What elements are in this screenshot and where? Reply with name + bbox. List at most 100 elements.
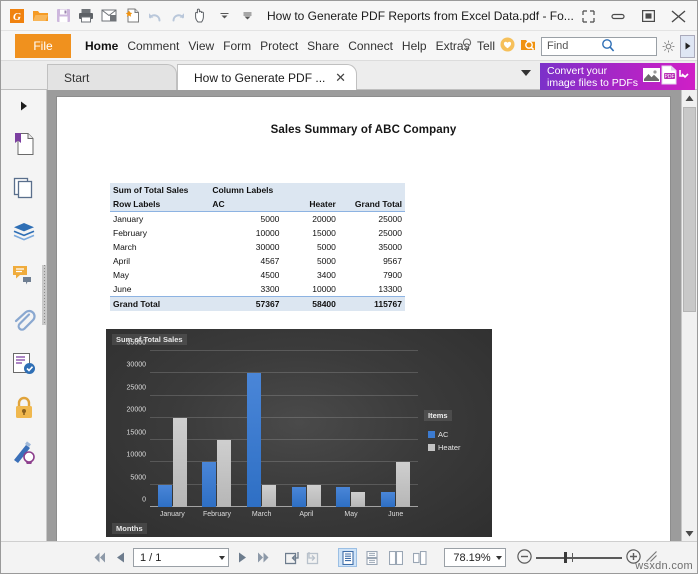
tab-file[interactable]: File [15,33,71,58]
bookmarks-icon[interactable] [1,122,46,166]
tab-protect[interactable]: Protect [260,39,298,53]
grand-total-label: Grand Total [110,296,210,311]
stamps-icon[interactable] [1,342,46,386]
chart-y-tick-label: 25000 [126,384,146,392]
chart-bar-ac [157,484,172,507]
pivot-table: Sum of Total Sales Column Labels Row Lab… [110,183,405,311]
undo-icon[interactable] [145,6,165,26]
layers-icon[interactable] [1,210,46,254]
attachments-icon[interactable] [1,298,46,342]
maximize-button[interactable] [633,3,663,29]
continuous-scroll-view-button[interactable] [362,548,381,567]
qat-dropdown-icon[interactable] [214,6,234,26]
tab-help[interactable]: Help [402,39,427,53]
zoom-dropdown-icon[interactable] [496,555,502,560]
chart-bar-heater [262,484,277,507]
promo-banner[interactable]: Convert your image files to PDFs PDF [540,63,695,91]
save-icon[interactable] [53,6,73,26]
navigation-panel-rail [1,90,47,541]
quick-access-toolbar: G [1,6,257,26]
tab-document[interactable]: How to Generate PDF ... ✕ [177,64,357,90]
single-page-view-button[interactable] [338,548,357,567]
tab-list-dropdown-icon[interactable] [521,70,531,76]
pivot-row-labels-header: Row Labels [110,197,210,212]
tell-me-button[interactable]: Tell [461,37,495,55]
row-label: May [113,270,130,280]
tab-view[interactable]: View [188,39,214,53]
chart-y-tick-label: 0 [142,496,146,504]
cell-ac: 5000 [260,214,280,224]
search-icon[interactable] [601,38,655,55]
next-page-button[interactable] [234,549,250,567]
grand-total-heater: 58400 [282,296,339,311]
ribbon-overflow-button[interactable] [680,34,695,58]
hand-tool-icon[interactable] [191,6,211,26]
tab-start[interactable]: Start [47,64,177,90]
window-controls [573,1,693,31]
favorites-heart-icon[interactable] [500,37,515,55]
page-view-modes [338,548,429,567]
find-settings-icon[interactable] [662,40,675,53]
previous-page-button[interactable] [112,549,128,567]
first-page-button[interactable] [91,549,107,567]
fullscreen-button[interactable] [573,3,603,29]
find-input[interactable]: Find [541,36,657,56]
chart-x-tick-label: February [202,511,231,518]
cell-ac: 3300 [260,284,280,294]
chart-x-tick-label: January [159,511,185,518]
two-page-view-button[interactable] [386,548,405,567]
row-label: June [113,284,132,294]
find-placeholder: Find [547,40,569,52]
close-button[interactable] [663,3,693,29]
minimize-button[interactable] [603,3,633,29]
zoom-out-button[interactable] [517,548,532,567]
chart-bar-heater [306,484,321,507]
tab-comment[interactable]: Comment [127,39,179,53]
tab-share[interactable]: Share [307,39,339,53]
tab-form[interactable]: Form [223,39,251,53]
table-row: February 10000 15000 25000 [110,226,405,240]
scroll-up-arrow-icon[interactable] [682,90,697,106]
table-row: June 3300 10000 13300 [110,282,405,297]
last-page-button[interactable] [255,549,271,567]
scrollbar-thumb[interactable] [683,107,696,312]
qat-more-icon[interactable] [237,6,257,26]
grand-total-ac: 57367 [209,296,283,311]
chart-bar-ac [202,462,217,507]
search-document-icon[interactable] [520,37,536,55]
cell-ac: 4500 [260,270,280,280]
chart-y-tick-label: 30000 [126,361,146,369]
next-view-button[interactable] [306,549,322,567]
previous-view-button[interactable] [285,549,301,567]
scroll-down-arrow-icon[interactable] [682,525,697,541]
legend-label-ac: AC [438,430,449,439]
close-tab-icon[interactable]: ✕ [335,71,346,84]
cell-ac: 10000 [255,228,280,238]
new-from-file-icon[interactable] [122,6,142,26]
digital-signature-icon[interactable] [1,430,46,474]
zoom-slider[interactable] [536,552,622,563]
security-lock-icon[interactable] [1,386,46,430]
open-file-icon[interactable] [30,6,50,26]
zoom-level-input[interactable]: 78.19% [444,548,506,567]
zoom-slider-handle[interactable] [564,552,567,563]
svg-text:G: G [13,11,21,23]
comments-icon[interactable] [1,254,46,298]
vertical-scrollbar[interactable] [681,90,697,541]
page-thumbnails-icon[interactable] [1,166,46,210]
tab-home[interactable]: Home [85,39,118,53]
redo-icon[interactable] [168,6,188,26]
tab-connect[interactable]: Connect [348,39,393,53]
page-dropdown-icon[interactable] [219,555,225,560]
menu-bar-right: Tell Find [461,33,695,59]
chart-title: Sum of Total Sales [112,334,187,345]
pivot-col-grand-total: Grand Total [338,197,405,212]
page-number-input[interactable]: 1 / 1 [133,548,229,567]
two-page-continuous-view-button[interactable] [410,548,429,567]
chart-bar-heater [217,440,232,507]
email-icon[interactable] [99,6,119,26]
print-icon[interactable] [76,6,96,26]
cell-ac: 30000 [255,242,280,252]
expand-sidebar-arrow[interactable] [1,90,46,122]
app-logo-icon[interactable]: G [7,6,27,26]
